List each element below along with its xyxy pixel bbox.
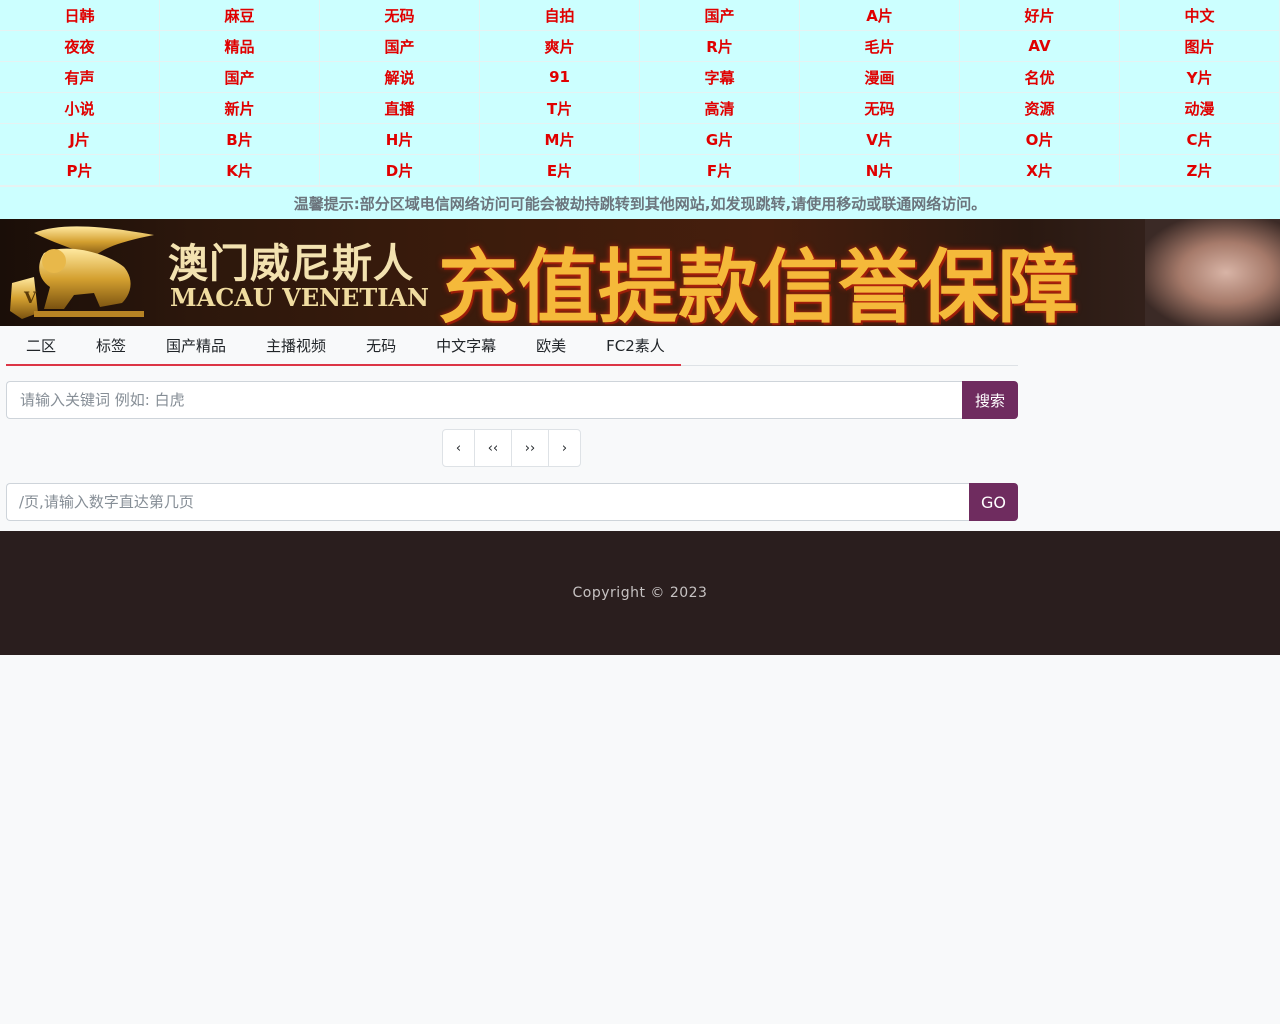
nav-link[interactable]: 麻豆 <box>160 0 320 31</box>
nav-link[interactable]: V片 <box>800 124 960 155</box>
search-input[interactable] <box>6 381 962 419</box>
nav-link[interactable]: P片 <box>0 155 160 186</box>
pagination: ‹ ‹‹ ›› › <box>442 429 581 467</box>
tab-item[interactable]: 主播视频 <box>246 326 346 364</box>
nav-link[interactable]: 夜夜 <box>0 31 160 62</box>
nav-link[interactable]: A片 <box>800 0 960 31</box>
nav-link[interactable]: 资源 <box>960 93 1120 124</box>
tab-item[interactable]: 中文字幕 <box>416 326 516 364</box>
nav-link[interactable]: 动漫 <box>1120 93 1280 124</box>
tab-item[interactable]: 国产精品 <box>146 326 246 364</box>
category-tabs: 二区 标签 国产精品 主播视频 无码 中文字幕 欧美 FC2素人 <box>6 326 1018 366</box>
tab-item[interactable]: 无码 <box>346 326 416 364</box>
ad-banner[interactable]: V 澳门威尼斯人 MACAU VENETIAN 充值提款信誉保障 <box>0 219 1280 326</box>
tab-item[interactable]: 标签 <box>76 326 146 364</box>
nav-link[interactable]: H片 <box>320 124 480 155</box>
tab-item[interactable]: 欧美 <box>516 326 586 364</box>
network-notice: 温馨提示:部分区域电信网络访问可能会被劫持跳转到其他网站,如发现跳转,请使用移动… <box>0 186 1280 219</box>
banner-slogan: 充值提款信誉保障 <box>438 240 1078 326</box>
nav-link[interactable]: 图片 <box>1120 31 1280 62</box>
tab-item[interactable]: 二区 <box>6 326 76 364</box>
svg-text:V: V <box>23 288 37 307</box>
nav-link[interactable]: 国产 <box>160 62 320 93</box>
category-nav-grid: 日韩 麻豆 无码 自拍 国产 A片 好片 中文 夜夜 精品 国产 爽片 R片 毛片 AV 图片 有声 国产 解说 91… <box>0 0 1280 186</box>
nav-link[interactable]: D片 <box>320 155 480 186</box>
nav-link[interactable]: 无码 <box>800 93 960 124</box>
nav-link[interactable]: 新片 <box>160 93 320 124</box>
tab-item[interactable]: FC2素人 <box>586 326 681 364</box>
nav-link[interactable]: E片 <box>480 155 640 186</box>
nav-link[interactable]: 高清 <box>640 93 800 124</box>
nav-link[interactable]: 自拍 <box>480 0 640 31</box>
banner-model-image <box>1145 219 1280 326</box>
nav-link[interactable]: 毛片 <box>800 31 960 62</box>
nav-link[interactable]: G片 <box>640 124 800 155</box>
nav-link[interactable]: 91 <box>480 62 640 93</box>
prev-page-button[interactable]: ‹ <box>443 430 475 466</box>
goto-page-button[interactable]: GO <box>969 483 1018 521</box>
nav-link[interactable]: AV <box>960 31 1120 62</box>
nav-link[interactable]: 字幕 <box>640 62 800 93</box>
nav-link[interactable]: 有声 <box>0 62 160 93</box>
nav-link[interactable]: F片 <box>640 155 800 186</box>
nav-link[interactable]: 漫画 <box>800 62 960 93</box>
nav-link[interactable]: 国产 <box>640 0 800 31</box>
nav-link[interactable]: Z片 <box>1120 155 1280 186</box>
nav-link[interactable]: 国产 <box>320 31 480 62</box>
nav-link[interactable]: 直播 <box>320 93 480 124</box>
goto-page-bar: GO <box>6 483 1018 521</box>
nav-link[interactable]: 中文 <box>1120 0 1280 31</box>
nav-link[interactable]: K片 <box>160 155 320 186</box>
nav-link[interactable]: 日韩 <box>0 0 160 31</box>
nav-link[interactable]: T片 <box>480 93 640 124</box>
first-page-button[interactable]: ‹‹ <box>475 430 512 466</box>
nav-link[interactable]: N片 <box>800 155 960 186</box>
nav-link[interactable]: 无码 <box>320 0 480 31</box>
search-bar: 搜索 <box>6 381 1018 419</box>
nav-link[interactable]: 好片 <box>960 0 1120 31</box>
banner-brand-en: MACAU VENETIAN <box>170 283 429 312</box>
nav-link[interactable]: Y片 <box>1120 62 1280 93</box>
goto-page-input[interactable] <box>6 483 969 521</box>
nav-link[interactable]: 小说 <box>0 93 160 124</box>
nav-link[interactable]: M片 <box>480 124 640 155</box>
nav-link[interactable]: 名优 <box>960 62 1120 93</box>
nav-link[interactable]: J片 <box>0 124 160 155</box>
lion-logo-icon: V <box>10 226 154 319</box>
nav-link[interactable]: 精品 <box>160 31 320 62</box>
nav-link[interactable]: X片 <box>960 155 1120 186</box>
banner-brand-cn: 澳门威尼斯人 <box>168 240 414 287</box>
last-page-button[interactable]: ›› <box>512 430 549 466</box>
nav-link[interactable]: 爽片 <box>480 31 640 62</box>
nav-link[interactable]: R片 <box>640 31 800 62</box>
nav-link[interactable]: 解说 <box>320 62 480 93</box>
footer: Copyright © 2023 <box>0 531 1280 655</box>
nav-link[interactable]: C片 <box>1120 124 1280 155</box>
nav-link[interactable]: O片 <box>960 124 1120 155</box>
copyright-text: Copyright © 2023 <box>572 585 708 601</box>
nav-link[interactable]: B片 <box>160 124 320 155</box>
next-page-button[interactable]: › <box>549 430 580 466</box>
tabs-scroll: 二区 标签 国产精品 主播视频 无码 中文字幕 欧美 FC2素人 <box>6 326 681 366</box>
search-button[interactable]: 搜索 <box>962 381 1018 419</box>
